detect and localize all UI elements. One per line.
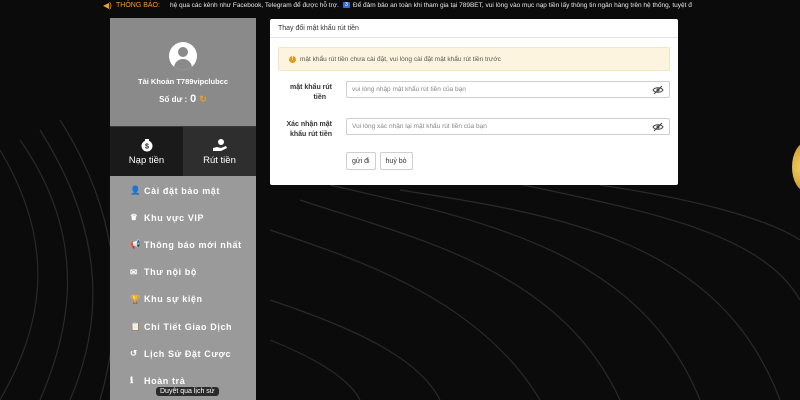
announcement-text-2: Để đảm bảo an toàn khi tham gia tại 789B… <box>352 1 692 9</box>
form-buttons: gửi đi huỷ bỏ <box>346 152 413 170</box>
crown-icon: ♛ <box>130 212 139 223</box>
sidebar-item-label: Khu vực VIP <box>144 212 205 223</box>
password-placeholder: vui lòng nhập mật khẩu rút tiền của bạn <box>352 86 466 93</box>
withdraw-label: Rút tiền <box>203 154 236 166</box>
deposit-label: Nạp tiền <box>128 154 165 166</box>
user-lock-icon: 👤 <box>130 185 142 196</box>
sidebar: Tài Khoản T789vipclubcc Số dư : 0 ↻ $ Nạ… <box>110 18 256 400</box>
refresh-icon[interactable]: ↻ <box>199 94 207 105</box>
eye-slash-icon[interactable] <box>652 85 664 95</box>
sidebar-item-events[interactable]: 🏆 Khu sự kiện <box>110 286 256 313</box>
sidebar-item-label: Khu sự kiện <box>144 294 203 305</box>
sidebar-item-security[interactable]: 👤 Cài đặt bảo mật <box>110 177 256 204</box>
confirm-password-label: Xác nhận mật khẩu rút tiền <box>286 121 332 138</box>
sidebar-item-announcements[interactable]: 📢 Thông báo mới nhất <box>110 231 256 258</box>
sidebar-item-label: Chi Tiết Giao Dịch <box>144 321 233 332</box>
sidebar-item-label: Thông báo mới nhất <box>144 239 242 250</box>
deposit-button[interactable]: $ Nạp tiền <box>110 126 183 176</box>
money-bag-icon: $ <box>141 138 152 151</box>
cancel-button[interactable]: huỷ bỏ <box>379 152 413 170</box>
sidebar-menu: 👤 Cài đặt bảo mật ♛ Khu vực VIP 📢 Thông … <box>110 176 256 400</box>
password-row: mật khẩu rút tiền vui lòng nhập mật khẩu… <box>270 81 678 105</box>
history-icon: ↺ <box>130 348 138 359</box>
balance-value: 0 <box>190 93 197 105</box>
announcement-number-badge: 3 <box>342 2 350 8</box>
avatar <box>169 42 197 70</box>
clipboard-icon: 📋 <box>130 321 142 332</box>
sidebar-item-bet-history[interactable]: ↺ Lịch Sử Đặt Cược <box>110 340 256 367</box>
history-tooltip: Duyệt qua lịch sử <box>156 387 219 396</box>
confirm-password-input[interactable]: Vui lòng xác nhận lại mật khẩu rút tiền … <box>346 118 670 135</box>
trophy-icon: 🏆 <box>130 293 142 304</box>
profile-card: Tài Khoản T789vipclubcc Số dư : 0 ↻ <box>110 18 256 126</box>
info-circle-icon: ℹ <box>130 375 134 386</box>
account-name: Tài Khoản T789vipclubcc <box>137 77 229 86</box>
balance: Số dư : 0 ↻ <box>159 93 207 105</box>
confirm-placeholder: Vui lòng xác nhận lại mật khẩu rút tiền … <box>352 123 487 130</box>
password-label: mật khẩu rút tiền <box>289 84 332 101</box>
change-withdraw-password-panel: Thay đổi mật khẩu rút tiền ! mật khẩu rú… <box>270 19 678 185</box>
sidebar-item-vip[interactable]: ♛ Khu vực VIP <box>110 204 256 231</box>
balance-label: Số dư : <box>159 94 188 104</box>
sidebar-item-transactions[interactable]: 📋 Chi Tiết Giao Dịch <box>110 313 256 340</box>
speaker-icon: ◀) <box>103 0 112 10</box>
sidebar-item-label: Hoàn trả <box>144 375 186 386</box>
announcement-label: THÔNG BÁO: <box>116 1 160 9</box>
panel-title: Thay đổi mật khẩu rút tiền <box>270 19 678 38</box>
envelope-icon: ✉ <box>130 266 138 277</box>
confirm-password-row: Xác nhận mật khẩu rút tiền Vui lòng xác … <box>270 118 678 142</box>
alert-text: mật khẩu rút tiền chưa cài đặt, vui lòng… <box>300 55 501 63</box>
announcement-marquee: ◀) THÔNG BÁO: hệ qua các kênh như Facebo… <box>0 0 800 10</box>
quick-actions: $ Nạp tiền Rút tiền <box>110 126 256 176</box>
megaphone-icon: 📢 <box>130 239 142 250</box>
warning-alert: ! mật khẩu rút tiền chưa cài đặt, vui lò… <box>278 47 670 71</box>
eye-slash-icon[interactable] <box>652 122 664 132</box>
sidebar-item-inbox[interactable]: ✉ Thư nội bộ <box>110 259 256 286</box>
withdraw-password-input[interactable]: vui lòng nhập mật khẩu rút tiền của bạn <box>346 81 670 98</box>
warning-icon: ! <box>289 55 296 63</box>
sidebar-item-label: Lịch Sử Đặt Cược <box>144 348 232 359</box>
submit-button[interactable]: gửi đi <box>346 152 376 170</box>
announcement-text: hệ qua các kênh như Facebook, Telegram đ… <box>169 1 339 9</box>
withdraw-button[interactable]: Rút tiền <box>183 126 256 176</box>
sidebar-item-label: Cài đặt bảo mật <box>144 185 221 196</box>
svg-text:$: $ <box>145 143 149 150</box>
sidebar-item-label: Thư nội bộ <box>144 267 198 278</box>
hand-money-icon <box>212 138 227 151</box>
